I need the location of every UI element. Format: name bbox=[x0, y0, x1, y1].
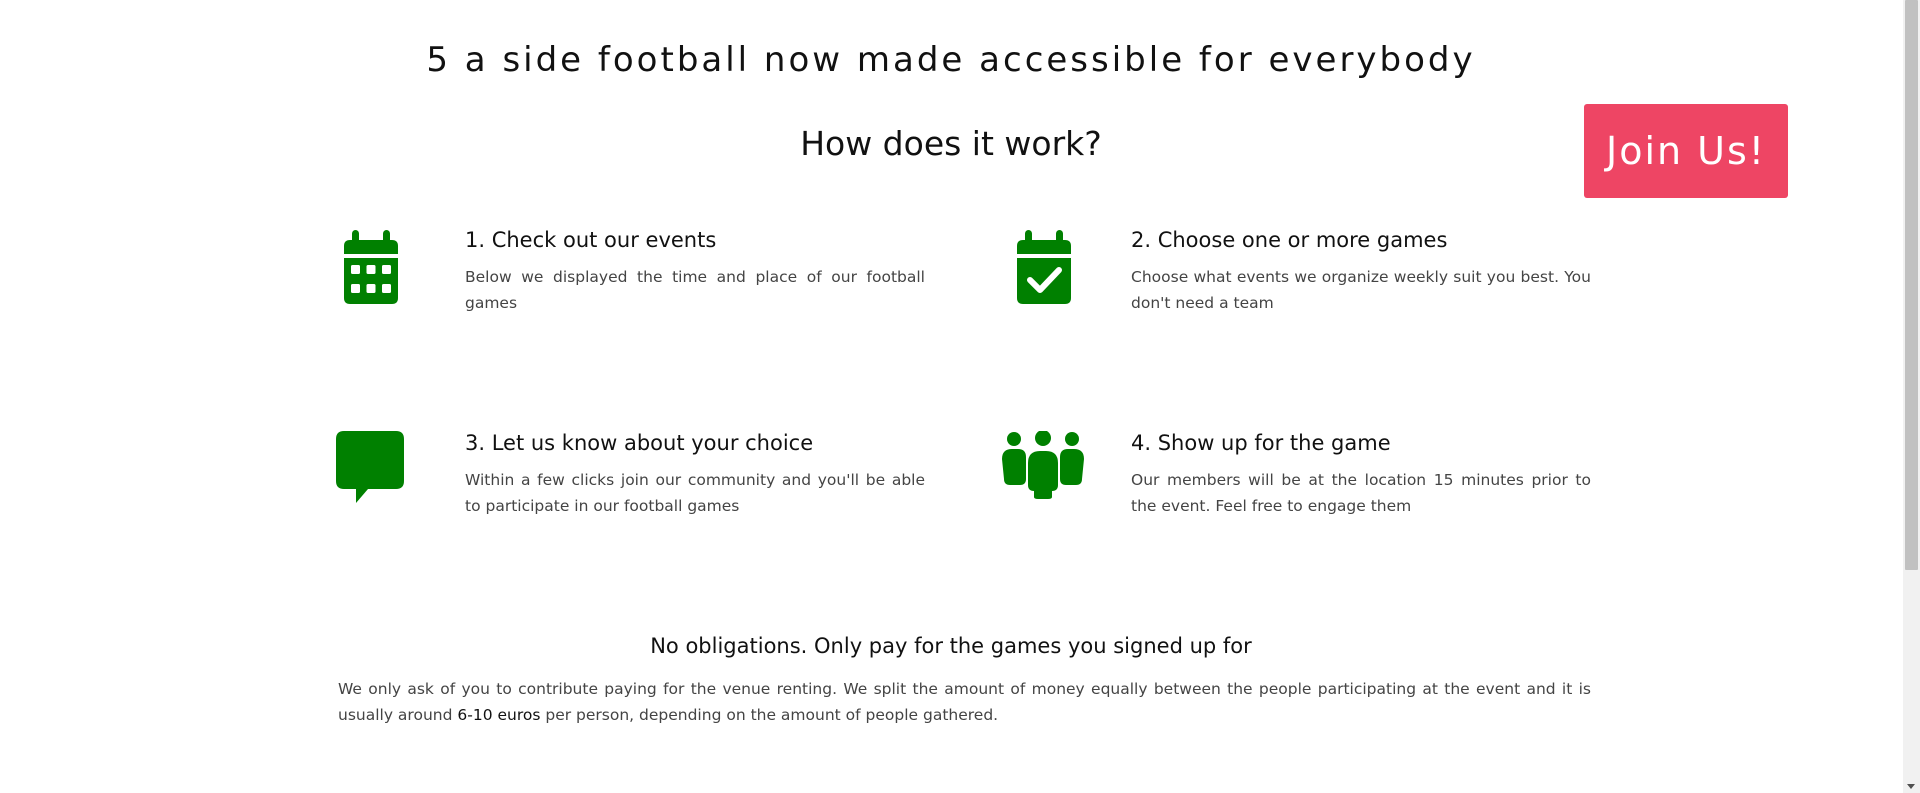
step-4-title: 4. Show up for the game bbox=[1131, 431, 1391, 455]
pricing-heading: No obligations. Only pay for the games y… bbox=[650, 634, 1252, 658]
scroll-down-arrow-icon[interactable] bbox=[1907, 784, 1915, 789]
chat-bubble-icon bbox=[336, 431, 404, 503]
pricing-paragraph: We only ask of you to contribute paying … bbox=[338, 676, 1591, 728]
pricing-text-end: per person, depending on the amount of p… bbox=[540, 706, 999, 724]
page: 5 a side football now made accessible fo… bbox=[0, 0, 1920, 793]
people-group-icon bbox=[1002, 431, 1084, 499]
calendar-check-icon bbox=[1017, 230, 1071, 304]
step-3-title: 3. Let us know about your choice bbox=[465, 431, 814, 455]
step-1-title: 1. Check out our events bbox=[465, 228, 717, 252]
step-4-description: Our members will be at the location 15 m… bbox=[1131, 471, 1591, 515]
step-1-description: Below we displayed the time and place of… bbox=[465, 268, 925, 312]
pricing-highlight: 6-10 euros bbox=[457, 706, 541, 724]
scrollbar-thumb[interactable] bbox=[1905, 0, 1918, 570]
step-2-title: 2. Choose one or more games bbox=[1131, 228, 1448, 252]
join-us-button[interactable]: Join Us! bbox=[1584, 104, 1788, 198]
step-3-description: Within a few clicks join our community a… bbox=[465, 471, 925, 515]
step-2-description: Choose what events we organize weekly su… bbox=[1131, 268, 1591, 312]
main-content: 5 a side football now made accessible fo… bbox=[0, 0, 1902, 793]
calendar-icon bbox=[344, 230, 398, 304]
vertical-scrollbar[interactable] bbox=[1903, 0, 1920, 793]
hero-headline: 5 a side football now made accessible fo… bbox=[426, 40, 1476, 80]
